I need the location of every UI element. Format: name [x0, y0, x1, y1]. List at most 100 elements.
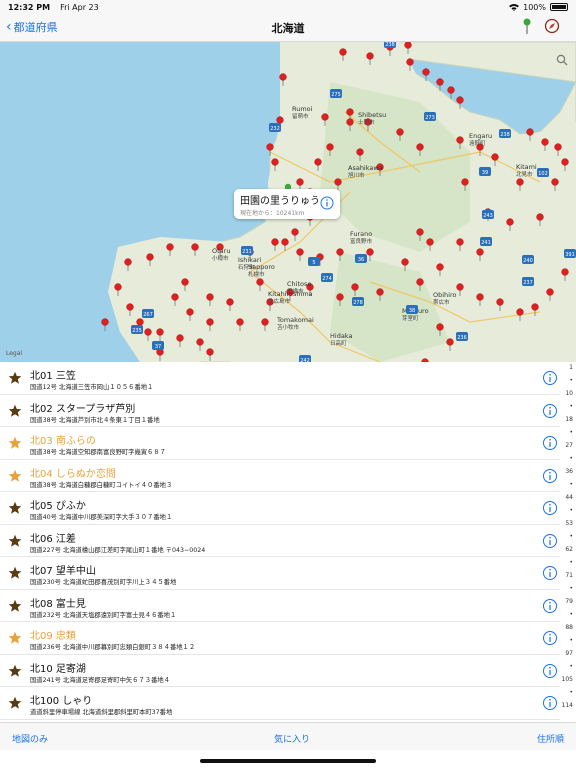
index-entry[interactable]: • — [569, 429, 573, 436]
list-item[interactable]: 北04 しらぬか恋問 国道38号 北海道白糠郡白糠町コイトイ４０番地３ — [0, 460, 560, 492]
index-entry[interactable]: 114 — [562, 702, 573, 709]
star-icon[interactable] — [8, 696, 22, 710]
index-entry[interactable]: 27 — [565, 442, 573, 449]
svg-text:237: 237 — [523, 280, 533, 286]
info-icon[interactable] — [542, 403, 558, 419]
index-entry[interactable]: • — [569, 585, 573, 592]
svg-text:241: 241 — [481, 240, 491, 246]
route-shield: 391 — [564, 249, 576, 258]
list-item[interactable]: 北06 江差 国道227号 北海道檜山郡江差町字尾山町１番地 〒043−0024 — [0, 525, 560, 557]
city-label: Chitose — [287, 280, 311, 288]
info-icon[interactable] — [542, 565, 558, 581]
sort-by-address-button[interactable]: 住所順 — [537, 732, 564, 745]
station-name: 北10 足寄湖 — [30, 663, 86, 675]
station-address: 国道236号 北海道中川郡幕別町忠類白銀町３８４番地１２ — [30, 644, 196, 651]
info-icon[interactable] — [542, 468, 558, 484]
city-label: Tomakomai — [276, 316, 314, 324]
index-entry[interactable]: • — [569, 377, 573, 384]
star-icon[interactable] — [8, 566, 22, 580]
city-label-ja: 留萌市 — [292, 112, 309, 120]
index-entry[interactable]: • — [569, 481, 573, 488]
page-title: 北海道 — [271, 22, 305, 35]
station-name: 北09 忠類 — [30, 631, 76, 642]
route-shield: 5 — [308, 257, 320, 266]
index-entry[interactable]: • — [569, 455, 573, 462]
map-view[interactable]: Asahikawa 旭川市 Sapporo 札幌市 Otaru 小樽市 Obihiro 帯広市… — [0, 42, 576, 362]
favorites-button[interactable]: 気に入り — [274, 732, 310, 745]
index-entry[interactable]: 18 — [565, 416, 573, 423]
list-item[interactable]: 北01 三笠 国道12号 北海道三笠市岡山１０５６番地１ — [0, 362, 560, 395]
index-entry[interactable]: • — [569, 663, 573, 670]
list-item[interactable]: 北03 南ふらの 国道38号 北海道空知郡南富良野町字幾寅６８７ — [0, 427, 560, 460]
zoom-search-icon[interactable] — [556, 54, 568, 66]
index-entry[interactable]: 71 — [565, 572, 573, 579]
index-entry[interactable]: 105 — [562, 676, 573, 683]
station-name: 北04 しらぬか恋問 — [30, 468, 116, 480]
index-entry[interactable]: 88 — [565, 624, 573, 631]
star-icon[interactable] — [8, 631, 22, 645]
station-name: 北01 三笠 — [30, 371, 76, 382]
info-icon[interactable] — [542, 695, 558, 711]
index-entry[interactable]: 44 — [565, 494, 573, 501]
star-icon[interactable] — [8, 371, 22, 385]
route-shield: 232 — [269, 123, 281, 132]
info-icon[interactable] — [542, 630, 558, 646]
star-icon[interactable] — [8, 534, 22, 548]
info-icon[interactable] — [542, 435, 558, 451]
info-icon[interactable] — [542, 370, 558, 386]
svg-text:240: 240 — [523, 258, 533, 264]
route-shield: 102 — [537, 168, 549, 177]
index-entry[interactable]: • — [569, 403, 573, 410]
map-only-button[interactable]: 地図のみ — [12, 732, 48, 745]
route-shield: 38 — [406, 305, 418, 314]
station-address: 国道230号 北海道虻田郡喜茂別町字川上３４５番地 — [30, 579, 177, 586]
star-icon[interactable] — [8, 599, 22, 613]
list-item[interactable]: 北05 ぴふか 国道40号 北海道中川郡美深町字大手３０７番地１ — [0, 492, 560, 525]
list-item[interactable]: 北07 望羊中山 国道230号 北海道虻田郡喜茂別町字川上３４５番地 — [0, 557, 560, 590]
list-item[interactable]: 北08 富士見 国道232号 北海道天塩郡遠別町字富士見４６番地１ — [0, 590, 560, 622]
star-icon[interactable] — [8, 501, 22, 515]
info-icon[interactable] — [542, 500, 558, 516]
index-entry[interactable]: • — [569, 611, 573, 618]
list-item[interactable]: 北02 スタープラザ芦別 国道38号 北海道芦別市北４条東１丁目１番地 — [0, 395, 560, 427]
route-shield: 243 — [482, 210, 494, 219]
index-entry[interactable]: 97 — [565, 650, 573, 657]
section-index[interactable]: 1 • 10 • 18 • 27 • 36 • 44 • 53 • 62 • 71 • 79 • 88 • 97 • 105 • 1… — [560, 364, 576, 720]
star-icon[interactable] — [8, 436, 22, 450]
route-shield: 237 — [522, 277, 534, 286]
index-entry[interactable]: • — [569, 559, 573, 566]
route-shield: 241 — [480, 237, 492, 246]
city-label: Rumoi — [292, 105, 313, 113]
info-icon[interactable] — [542, 533, 558, 549]
list-item[interactable]: 北09 忠類国道236号 北海道中川郡幕別町忠類白銀町３８４番地１２ — [0, 622, 560, 655]
svg-text:278: 278 — [353, 300, 363, 306]
index-entry[interactable]: 62 — [565, 546, 573, 553]
list-item[interactable]: 北10 足寄湖 国道241号 北海道足寄郡足寄町中矢６７３番地４ — [0, 655, 560, 687]
map-pin[interactable] — [101, 318, 109, 331]
pin-icon[interactable] — [522, 18, 532, 34]
star-icon[interactable] — [8, 664, 22, 678]
index-entry[interactable]: 1 — [569, 364, 573, 371]
index-entry[interactable]: 53 — [565, 520, 573, 527]
map-legal-link[interactable]: Legal — [6, 350, 22, 357]
index-entry[interactable]: • — [569, 689, 573, 696]
map-callout[interactable]: 田園の里うりゅう 現在地から：10241km — [234, 189, 340, 219]
info-icon[interactable] — [542, 663, 558, 679]
index-entry[interactable]: 36 — [565, 468, 573, 475]
info-icon[interactable] — [320, 196, 334, 210]
svg-text:391: 391 — [565, 252, 575, 258]
list-item[interactable]: 北100 しゃり 道道斜里停車場線 北海道斜里郡斜里町本町37番地 — [0, 687, 560, 720]
route-shield: 240 — [522, 255, 534, 264]
station-name: 北08 富士見 — [30, 598, 86, 610]
index-entry[interactable]: • — [569, 533, 573, 540]
info-icon[interactable] — [542, 598, 558, 614]
compass-icon[interactable] — [544, 18, 560, 34]
index-entry[interactable]: 10 — [565, 390, 573, 397]
star-icon[interactable] — [8, 469, 22, 483]
index-entry[interactable]: 79 — [565, 598, 573, 605]
star-icon[interactable] — [8, 404, 22, 418]
index-entry[interactable]: • — [569, 637, 573, 644]
index-entry[interactable]: • — [569, 507, 573, 514]
svg-text:274: 274 — [322, 276, 332, 282]
city-label-ja: 北広島市 — [268, 297, 291, 305]
